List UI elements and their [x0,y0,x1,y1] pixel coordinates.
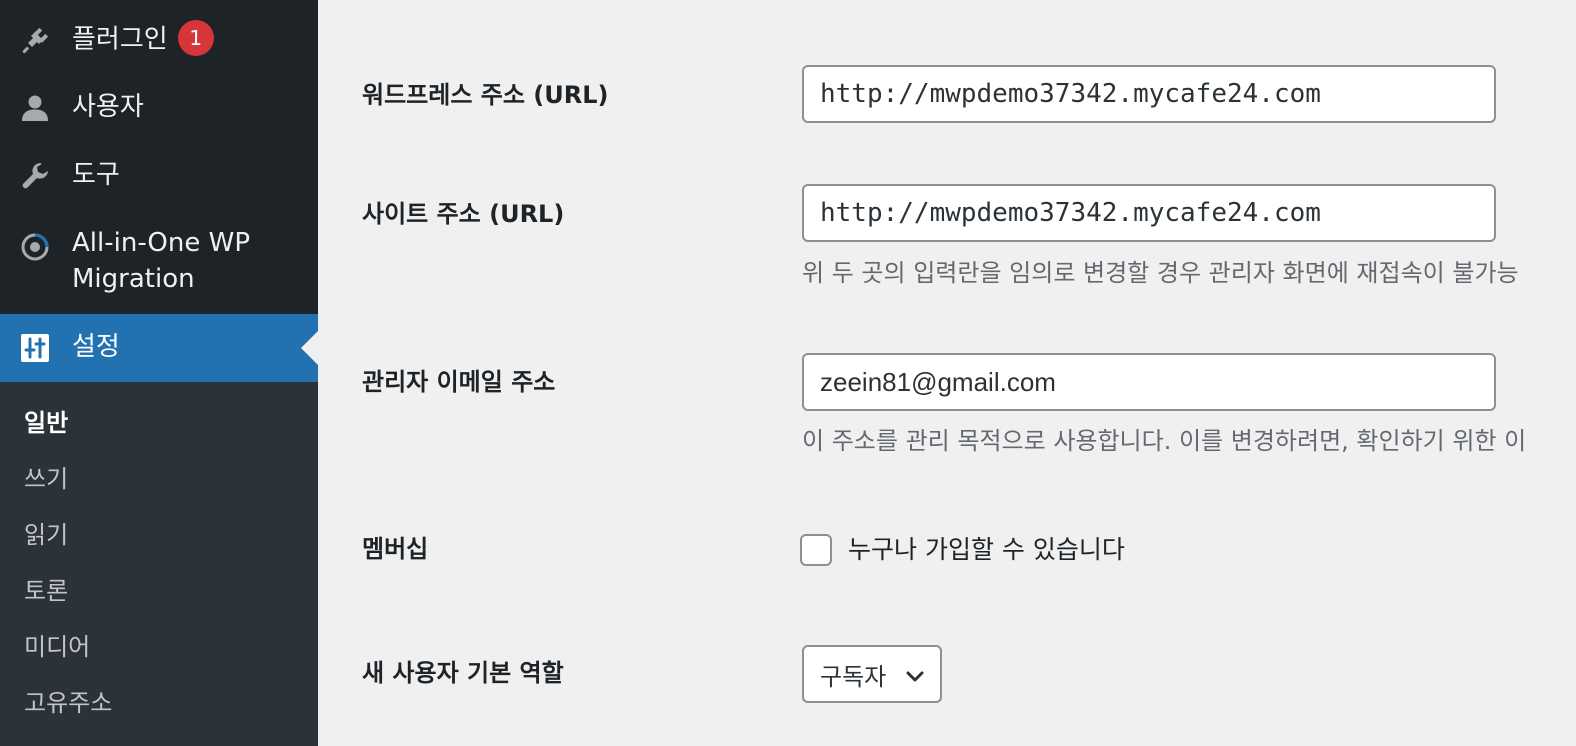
plugin-icon [18,23,52,57]
menu-item-settings[interactable]: 설정 [0,314,318,382]
submenu-item-general[interactable]: 일반 [24,408,68,438]
wp-address-input[interactable] [802,65,1496,123]
menu-label-tools: 도구 [72,160,120,190]
membership-checkbox-label[interactable]: 누구나 가입할 수 있습니다 [848,534,1125,566]
submenu-item-discussion[interactable]: 토론 [24,576,68,606]
wp-address-label: 워드프레스 주소 (URL) [362,81,609,109]
submenu-item-media[interactable]: 미디어 [24,632,90,662]
menu-label-plugins: 플러그인 [72,24,168,55]
admin-email-label: 관리자 이메일 주소 [362,368,556,396]
user-icon [18,91,52,125]
default-role-select[interactable]: 구독자 [802,645,942,703]
site-address-description: 위 두 곳의 입력란을 임의로 변경할 경우 관리자 화면에 재접속이 불가능 [802,259,1519,287]
default-role-label: 새 사용자 기본 역할 [362,659,564,687]
update-count-badge: 1 [177,20,214,56]
menu-item-tools[interactable]: 도구 [0,156,318,196]
settings-icon [18,331,52,365]
site-address-label: 사이트 주소 (URL) [362,200,565,228]
membership-label: 멤버십 [362,535,429,563]
submenu-item-reading[interactable]: 읽기 [24,520,68,550]
admin-email-description: 이 주소를 관리 목적으로 사용합니다. 이를 변경하려면, 확인하기 위한 이 [802,427,1527,455]
menu-label-settings: 설정 [72,332,120,362]
chevron-down-icon [904,665,926,691]
submenu-item-permalinks[interactable]: 고유주소 [24,688,112,718]
menu-item-all-in-one-wp-migration[interactable]: All-in-One WP Migration [0,226,318,298]
menu-label-migration-line2: Migration [72,264,195,294]
site-address-input[interactable] [802,184,1496,242]
wrench-icon [18,159,52,193]
menu-item-users[interactable]: 사용자 [0,88,318,128]
admin-email-input[interactable] [802,353,1496,411]
default-role-selected-value: 구독자 [820,662,887,691]
menu-label-migration-line1: All-in-One WP [72,228,251,258]
admin-sidebar: 플러그인 1 사용자 도구 All-in-One WP Migration 설정… [0,0,318,746]
menu-item-plugins[interactable]: 플러그인 1 [0,20,318,60]
settings-submenu: 일반 쓰기 읽기 토론 미디어 고유주소 [0,382,318,746]
menu-label-users: 사용자 [72,92,144,122]
membership-checkbox[interactable] [800,534,832,566]
migration-icon [18,230,52,264]
submenu-item-writing[interactable]: 쓰기 [24,464,68,494]
